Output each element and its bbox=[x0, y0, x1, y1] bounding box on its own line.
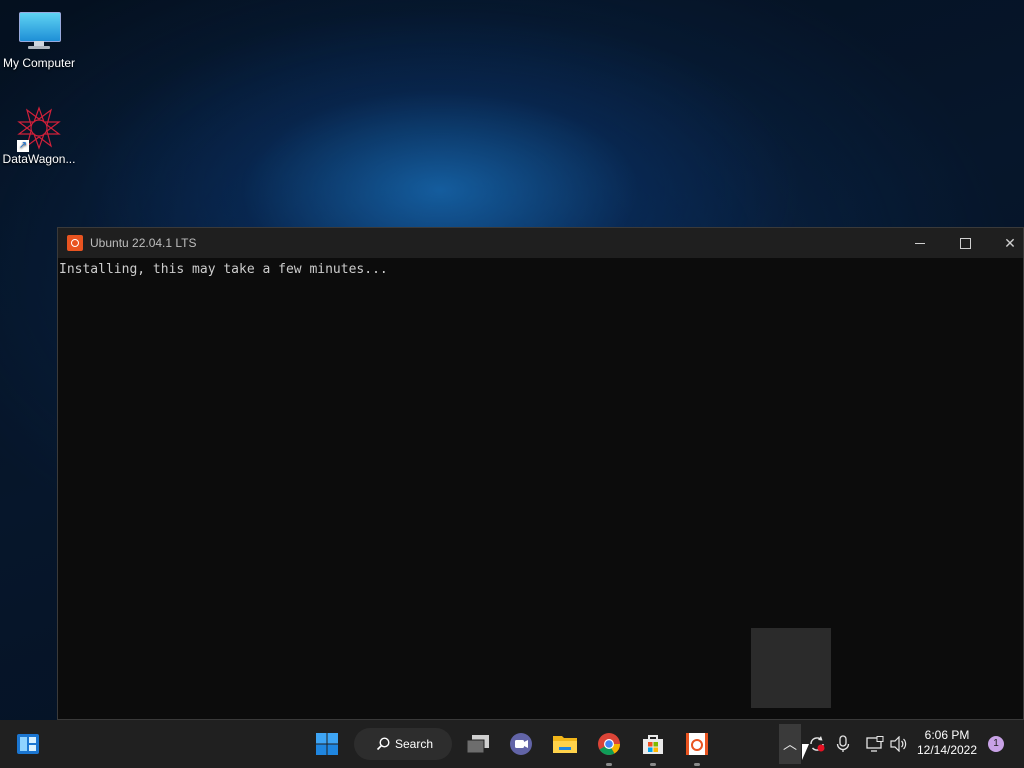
volume-icon bbox=[890, 736, 907, 752]
sync-tray-button[interactable] bbox=[806, 720, 828, 768]
start-button[interactable] bbox=[311, 728, 343, 760]
clock[interactable]: 6:06 PM 12/14/2022 bbox=[912, 728, 982, 758]
clock-date: 12/14/2022 bbox=[916, 743, 978, 757]
widgets-icon bbox=[17, 734, 39, 754]
desktop-icon-my-computer[interactable]: My Computer bbox=[0, 10, 78, 70]
window-title: Ubuntu 22.04.1 LTS bbox=[90, 236, 197, 250]
volume-tray-button[interactable] bbox=[888, 720, 910, 768]
minimize-icon bbox=[915, 242, 925, 244]
chat-icon bbox=[510, 733, 532, 755]
chevron-up-icon: ︿ bbox=[783, 736, 797, 752]
minimize-button[interactable] bbox=[897, 228, 943, 258]
ubuntu-terminal-window[interactable]: Ubuntu 22.04.1 LTS ✕ Installing, this ma… bbox=[57, 227, 1024, 720]
search-button[interactable]: Search bbox=[354, 728, 452, 760]
taskbar: ︿ 6:06 PM 12/14/2022 bbox=[0, 720, 1024, 768]
ubuntu-icon bbox=[67, 235, 83, 251]
task-view-icon bbox=[466, 735, 489, 754]
datawagon-logo-icon: ↗ bbox=[17, 106, 61, 152]
network-icon bbox=[866, 736, 884, 752]
notification-badge[interactable]: 1 bbox=[988, 736, 1004, 752]
store-icon bbox=[643, 735, 663, 754]
widgets-button[interactable] bbox=[12, 728, 44, 760]
desktop-icon-datawagon[interactable]: ↗ DataWagon... bbox=[0, 106, 78, 166]
monitor-icon bbox=[17, 10, 61, 54]
show-hidden-icons-button[interactable]: ︿ bbox=[779, 724, 801, 764]
running-indicator bbox=[694, 763, 700, 766]
close-icon: ✕ bbox=[1004, 234, 1016, 251]
network-tray-button[interactable] bbox=[864, 720, 886, 768]
desktop-icon-label: DataWagon... bbox=[2, 152, 76, 166]
console-output[interactable]: Installing, this may take a few minutes.… bbox=[58, 258, 1023, 277]
ubuntu-icon bbox=[686, 733, 708, 755]
chrome-icon bbox=[598, 733, 620, 755]
file-explorer-button[interactable] bbox=[549, 728, 581, 760]
microphone-icon bbox=[836, 735, 850, 752]
search-icon bbox=[376, 737, 390, 751]
task-view-button[interactable] bbox=[462, 728, 494, 760]
chrome-button[interactable] bbox=[593, 728, 625, 766]
shortcut-arrow-icon: ↗ bbox=[17, 140, 29, 152]
window-titlebar[interactable]: Ubuntu 22.04.1 LTS ✕ bbox=[58, 228, 1023, 258]
desktop-icon-label: My Computer bbox=[2, 56, 76, 70]
close-button[interactable]: ✕ bbox=[987, 228, 1024, 258]
maximize-button[interactable] bbox=[942, 228, 988, 258]
mouse-cursor-icon bbox=[802, 744, 809, 760]
sync-icon bbox=[810, 736, 825, 752]
file-explorer-icon bbox=[553, 736, 577, 753]
clock-time: 6:06 PM bbox=[924, 728, 970, 742]
running-indicator bbox=[606, 763, 612, 766]
store-button[interactable] bbox=[637, 728, 669, 766]
running-indicator bbox=[650, 763, 656, 766]
search-label: Search bbox=[395, 737, 434, 751]
maximize-icon bbox=[959, 237, 971, 249]
chat-button[interactable] bbox=[505, 728, 537, 760]
microphone-tray-button[interactable] bbox=[832, 720, 854, 768]
ubuntu-taskbar-button[interactable] bbox=[681, 728, 713, 766]
hover-preview bbox=[751, 628, 831, 708]
start-icon bbox=[316, 733, 338, 755]
